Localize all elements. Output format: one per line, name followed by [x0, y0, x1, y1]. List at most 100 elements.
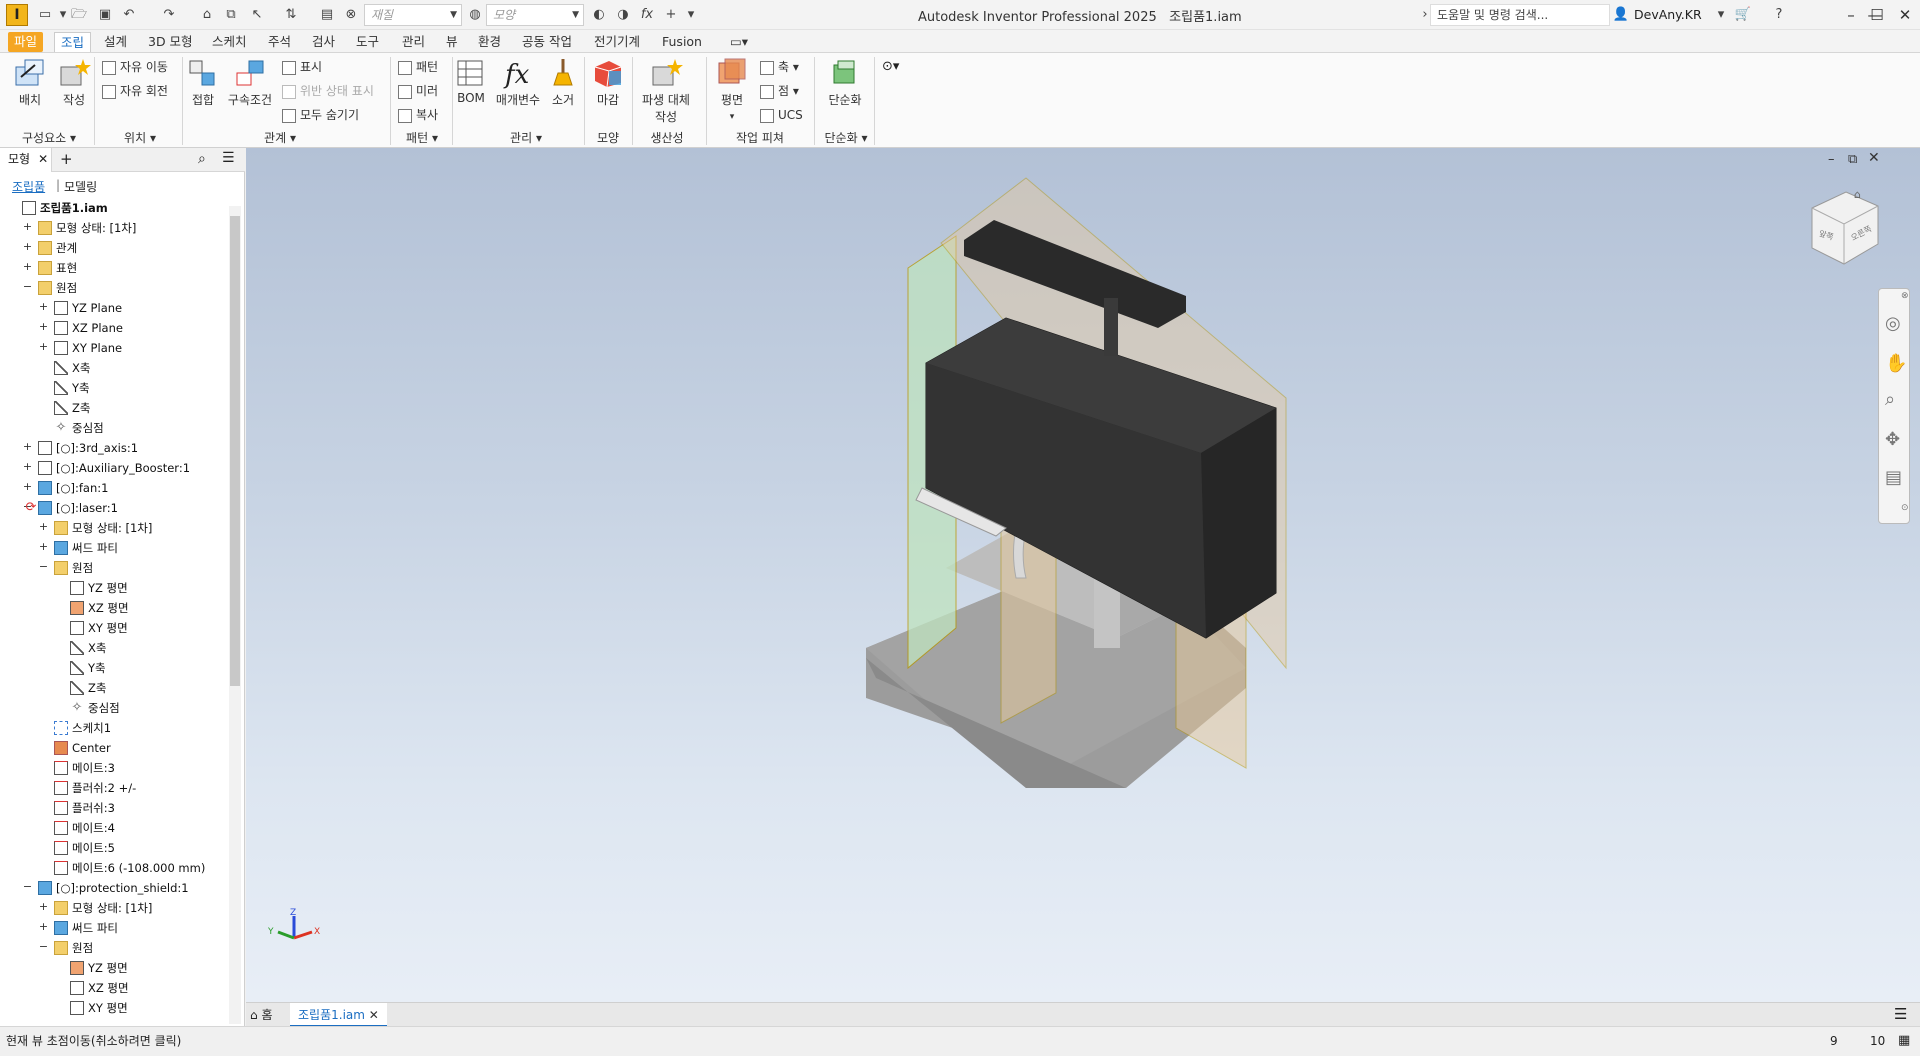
point-button[interactable]: 점 ▾ [760, 81, 799, 101]
graphics-viewport[interactable]: 앞쪽 오른쪽 ⌂ – ⧉ ✕ ⊗ ◎ ✋ ⌕ ✥ ▤ ⊙ Z X Y [246, 148, 1920, 1002]
clear-appearance-icon[interactable]: ◑ [614, 6, 632, 24]
close-view-icon[interactable]: ✕ [1868, 150, 1880, 166]
purge-button[interactable]: 소거 [546, 57, 580, 108]
appearance-icon[interactable]: ◍ [466, 6, 484, 24]
close-icon[interactable]: ✕ [38, 152, 48, 166]
material-icon[interactable]: ⊗ [342, 6, 360, 24]
tab-collaborate[interactable]: 공동 작업 [516, 32, 578, 52]
pattern-button[interactable]: 패턴 [398, 57, 438, 77]
collapse-icon[interactable]: − [38, 561, 49, 573]
subtab-assembly[interactable]: 조립품 [12, 178, 45, 195]
update-icon[interactable]: ⇅ [282, 6, 300, 24]
expand-icon[interactable]: + [38, 521, 49, 533]
cart-icon[interactable]: 🛒 [1734, 6, 1752, 24]
home-tab[interactable]: ⌂ 홈 [250, 1006, 273, 1023]
orbit-icon[interactable]: ✥ [1885, 429, 1900, 450]
customize-icon[interactable]: ▾ [682, 6, 700, 24]
expand-icon[interactable]: + [38, 901, 49, 913]
parameters-button[interactable]: fx 매개변수 [492, 57, 544, 108]
quick-access-options-icon[interactable]: ⊙▾ [882, 59, 899, 74]
expand-icon[interactable]: + [38, 301, 49, 313]
group-label-manage[interactable]: 관리 ▾ [496, 129, 556, 146]
hide-all-button[interactable]: 모두 숨기기 [282, 105, 359, 125]
document-tab[interactable]: 조립품1.iam ✕ [290, 1003, 387, 1027]
help-search-input[interactable]: 도움말 및 명령 검색... [1430, 4, 1610, 26]
place-button[interactable]: 배치 [10, 57, 50, 108]
look-at-icon[interactable]: ▤ [1885, 467, 1902, 488]
status-grid-icon[interactable]: ▦ [1898, 1027, 1910, 1055]
assembly-model[interactable] [246, 148, 1920, 1002]
copy-button[interactable]: 복사 [398, 105, 438, 125]
free-rotate-button[interactable]: 자유 회전 [102, 81, 168, 101]
view-cube[interactable]: 앞쪽 오른쪽 [1806, 188, 1882, 268]
open-folder-icon[interactable]: 🗁 [70, 6, 88, 24]
inventor-app-icon[interactable]: I [6, 4, 28, 26]
bom-button[interactable]: BOM [454, 57, 488, 105]
simplify-button[interactable]: 단순화 [820, 57, 870, 108]
pan-icon[interactable]: ✋ [1885, 353, 1907, 374]
new-file-icon[interactable]: ▭ [36, 6, 54, 24]
expand-icon[interactable]: + [22, 261, 33, 273]
add-tab-icon[interactable]: + [60, 150, 73, 168]
show-sick-button[interactable]: 위반 상태 표시 [282, 81, 374, 101]
steering-wheel-icon[interactable]: ◎ [1885, 313, 1901, 334]
tab-sketch[interactable]: 스케치 [206, 32, 253, 52]
select-icon[interactable]: ↖ [248, 6, 266, 24]
ucs-button[interactable]: UCS [760, 105, 803, 125]
create-component-button[interactable]: 작성 [54, 57, 94, 108]
close-window-button[interactable]: ✕ [1892, 4, 1918, 26]
expand-icon[interactable]: + [22, 221, 33, 233]
tab-manage[interactable]: 관리 [396, 32, 431, 52]
expand-icon[interactable]: + [22, 441, 33, 453]
fx-icon[interactable]: fx [638, 6, 656, 24]
tab-file[interactable]: 파일 [8, 32, 44, 52]
minimize-view-icon[interactable]: – [1828, 152, 1835, 167]
scroll-thumb[interactable] [230, 216, 240, 686]
subtab-modeling[interactable]: 모델링 [64, 178, 97, 195]
expand-icon[interactable]: + [38, 541, 49, 553]
show-button[interactable]: 표시 [282, 57, 322, 77]
finish-button[interactable]: 마감 [588, 57, 628, 108]
tab-environments[interactable]: 환경 [472, 32, 507, 52]
mirror-button[interactable]: 미러 [398, 81, 438, 101]
close-icon[interactable]: ⊗ [1901, 291, 1909, 301]
menu-icon[interactable]: ☰ [222, 150, 235, 166]
group-label-position[interactable]: 위치 ▾ [110, 129, 170, 146]
expand-icon[interactable]: + [38, 921, 49, 933]
maximize-button[interactable]: ☐ [1864, 4, 1890, 26]
tab-model[interactable]: 모형 ✕ [0, 148, 52, 172]
expand-icon[interactable]: + [22, 461, 33, 473]
appearance-combo[interactable]: 모양 ▼ [486, 4, 584, 26]
plane-button[interactable]: 평면 ▾ [712, 57, 752, 122]
copy-icon[interactable]: ⧉ [222, 6, 240, 24]
tab-electromechanical[interactable]: 전기기계 [588, 32, 646, 52]
tab-annotate[interactable]: 주석 [262, 32, 297, 52]
group-label-pattern[interactable]: 패턴 ▾ [396, 129, 448, 146]
help-icon[interactable]: ? [1770, 6, 1788, 24]
tab-tools[interactable]: 도구 [350, 32, 385, 52]
measure-icon[interactable]: ▤ [318, 6, 336, 24]
collapse-icon[interactable]: − [22, 881, 33, 893]
plus-icon[interactable]: + [662, 6, 680, 24]
expand-icon[interactable]: + [38, 321, 49, 333]
expand-icon[interactable]: + [22, 241, 33, 253]
tab-assemble[interactable]: 조립 [54, 32, 92, 52]
group-label-component[interactable]: 구성요소 ▾ [14, 129, 84, 146]
axis-button[interactable]: 축 ▾ [760, 57, 799, 77]
expand-icon[interactable]: + [22, 481, 33, 493]
joint-button[interactable]: 접합 [186, 57, 220, 108]
tab-inspect[interactable]: 검사 [306, 32, 341, 52]
derived-substitute-button[interactable]: 파생 대체 작성 [636, 57, 696, 125]
collapse-icon[interactable]: − [22, 281, 33, 293]
home-icon[interactable]: ⌂ [198, 6, 216, 24]
chevron-down-icon[interactable]: ▾ [1712, 6, 1730, 24]
tab-fusion[interactable]: Fusion [656, 32, 708, 52]
constraint-button[interactable]: 구속조건 [224, 57, 276, 108]
material-combo[interactable]: 재질 ▼ [364, 4, 462, 26]
undo-icon[interactable]: ↶ [120, 6, 138, 24]
group-label-simplification[interactable]: 단순화 ▾ [816, 129, 876, 146]
search-icon[interactable]: ⌕ [198, 151, 206, 167]
home-view-icon[interactable]: ⌂ [1854, 188, 1861, 201]
close-icon[interactable]: ✕ [369, 1008, 379, 1022]
tab-3d-model[interactable]: 3D 모형 [142, 32, 199, 52]
